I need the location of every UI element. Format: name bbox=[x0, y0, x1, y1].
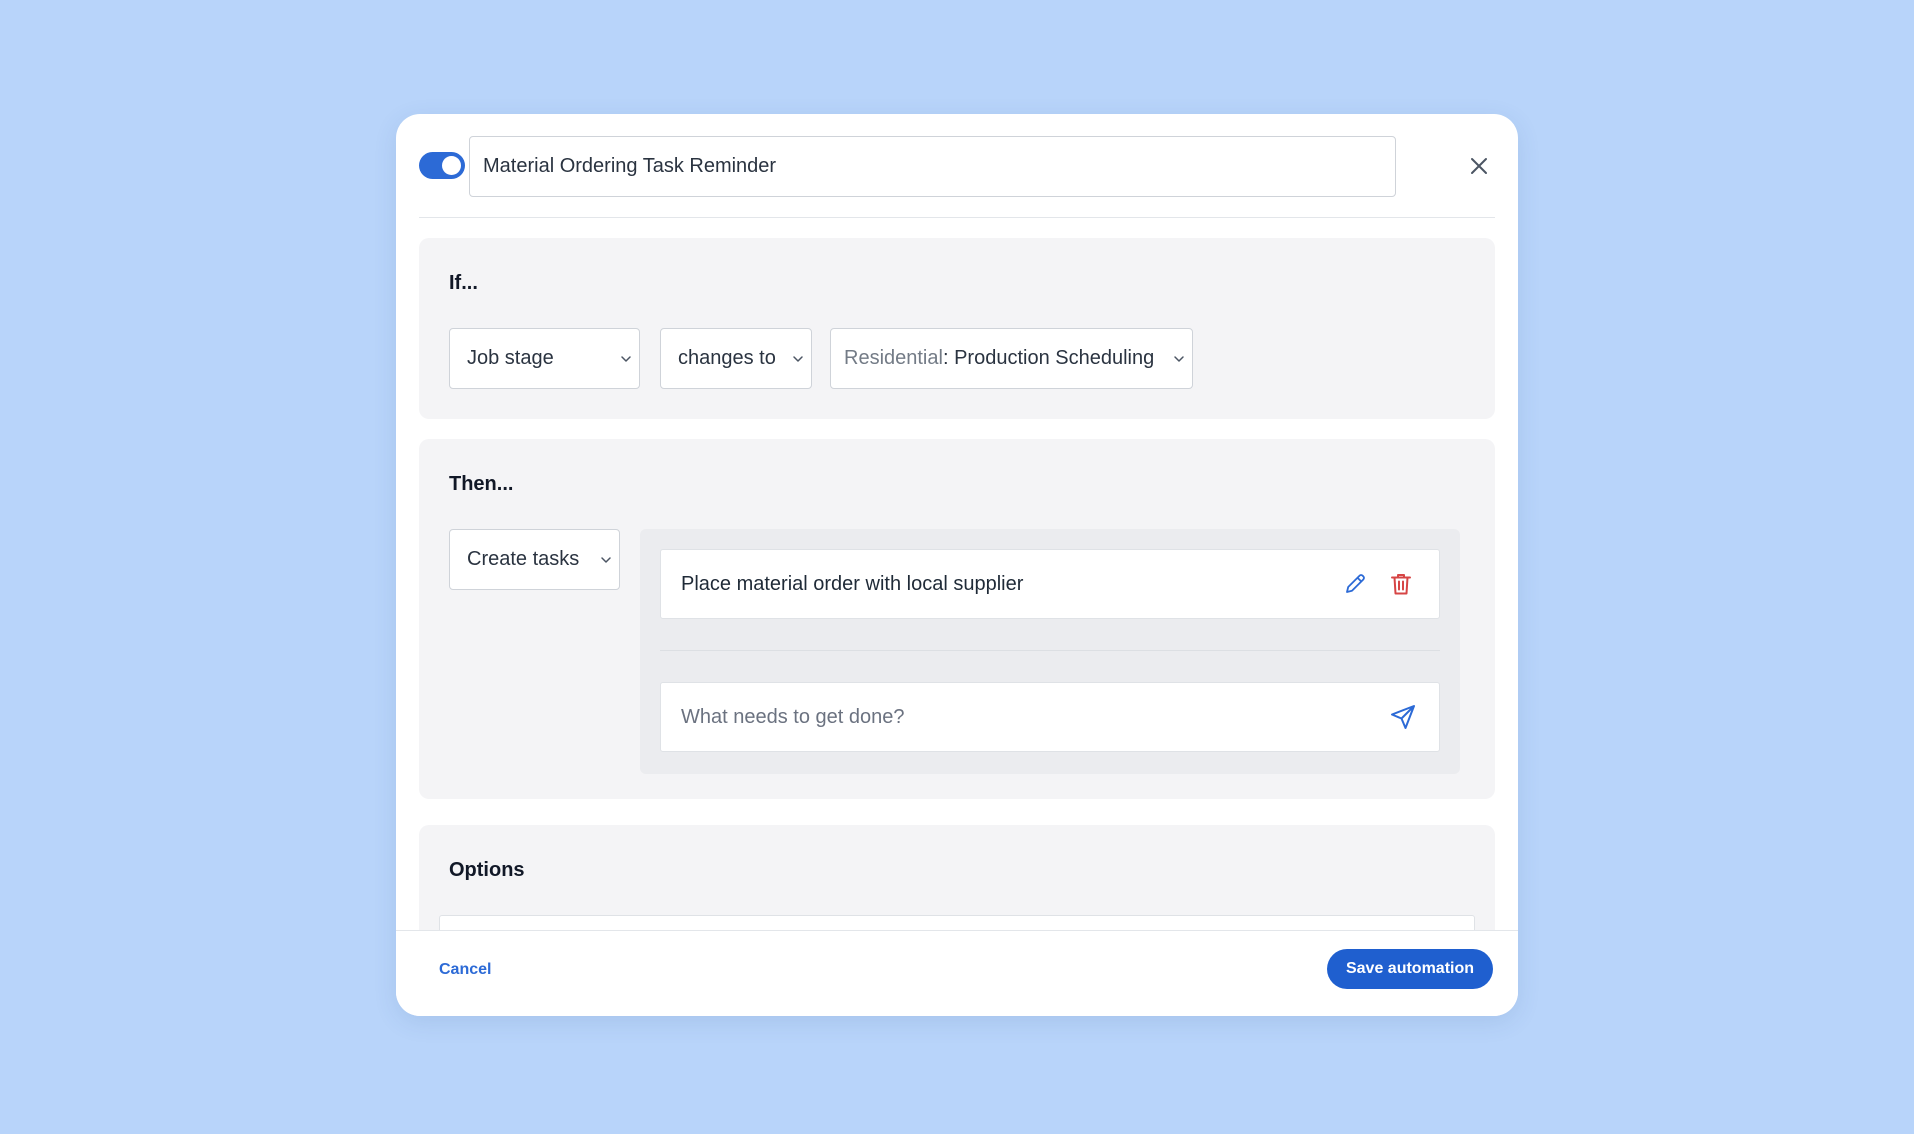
tasks-panel: Place material order with local supplier bbox=[640, 529, 1460, 774]
if-section-title: If... bbox=[449, 272, 478, 294]
pencil-icon bbox=[1346, 574, 1365, 593]
condition-value-main: Production Scheduling bbox=[954, 347, 1155, 369]
chevron-down-icon bbox=[601, 556, 611, 563]
chevron-down-icon bbox=[1174, 355, 1184, 362]
send-icon bbox=[1391, 705, 1415, 729]
trash-icon bbox=[1391, 574, 1411, 595]
condition-field-select[interactable]: Job stage bbox=[449, 328, 640, 389]
then-section: Then... Create tasks Place material orde… bbox=[419, 439, 1495, 799]
add-task-button[interactable] bbox=[1389, 703, 1417, 731]
condition-value-prefix: Residential bbox=[844, 347, 943, 369]
modal-footer: Cancel Save automation bbox=[396, 930, 1518, 1016]
modal-header bbox=[419, 136, 1495, 218]
automation-name-input[interactable] bbox=[469, 136, 1396, 197]
delete-task-button[interactable] bbox=[1387, 570, 1415, 598]
options-section-title: Options bbox=[449, 859, 525, 881]
close-icon bbox=[1471, 158, 1487, 174]
condition-field-value: Job stage bbox=[467, 347, 554, 369]
condition-operator-value: changes to bbox=[678, 347, 776, 369]
new-task-input[interactable] bbox=[661, 683, 1361, 751]
chevron-down-icon bbox=[793, 355, 803, 362]
action-type-select[interactable]: Create tasks bbox=[449, 529, 620, 590]
automation-enabled-toggle[interactable] bbox=[419, 152, 465, 179]
condition-value-select[interactable]: Residential: Production Scheduling bbox=[830, 328, 1193, 389]
save-automation-button[interactable]: Save automation bbox=[1327, 949, 1493, 989]
if-section: If... Job stage changes to Residential: … bbox=[419, 238, 1495, 419]
chevron-down-icon bbox=[621, 355, 631, 362]
new-task-field bbox=[660, 682, 1440, 752]
task-label: Place material order with local supplier bbox=[681, 572, 1024, 595]
task-actions bbox=[1341, 570, 1415, 598]
automation-modal: If... Job stage changes to Residential: … bbox=[396, 114, 1518, 1016]
action-type-value: Create tasks bbox=[467, 548, 580, 570]
toggle-knob bbox=[442, 156, 461, 175]
condition-operator-select[interactable]: changes to bbox=[660, 328, 812, 389]
edit-task-button[interactable] bbox=[1341, 570, 1369, 598]
condition-value-separator: : bbox=[942, 347, 949, 369]
tasks-divider bbox=[660, 650, 1440, 651]
cancel-button[interactable]: Cancel bbox=[439, 961, 491, 979]
task-item: Place material order with local supplier bbox=[660, 549, 1440, 619]
close-button[interactable] bbox=[1463, 150, 1495, 182]
then-section-title: Then... bbox=[449, 473, 514, 495]
